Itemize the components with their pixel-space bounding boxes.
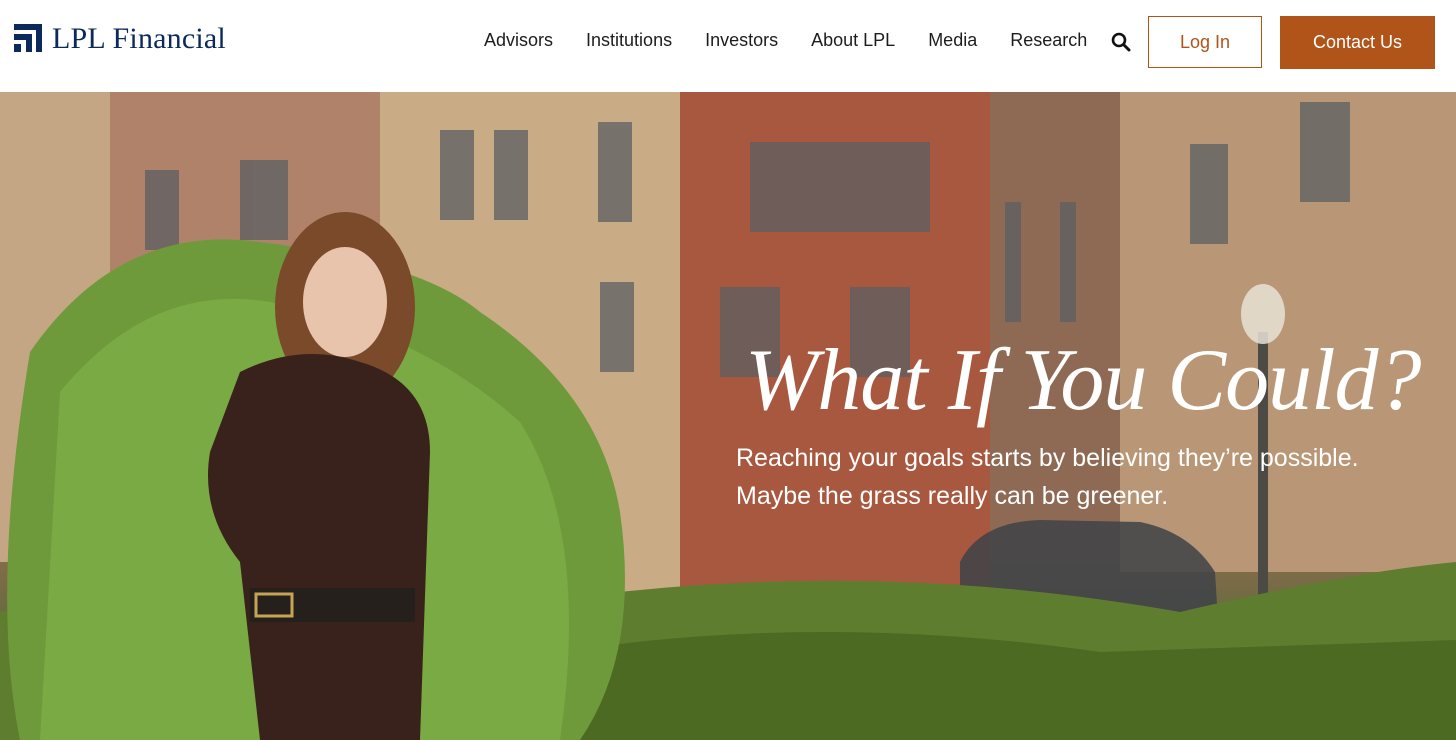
main-nav: Advisors Institutions Investors About LP… <box>484 30 1120 51</box>
brand-name: LPL Financial <box>52 22 226 55</box>
logo[interactable]: LPL Financial <box>14 22 226 56</box>
hero-subtitle-line-1: Reaching your goals starts by believing … <box>736 444 1359 472</box>
nav-media[interactable]: Media <box>928 30 977 51</box>
nav-about-lpl[interactable]: About LPL <box>811 30 895 51</box>
hero-subtitle-line-2: Maybe the grass really can be greener. <box>736 482 1169 510</box>
login-button[interactable]: Log In <box>1148 16 1262 68</box>
site-header: LPL Financial Advisors Institutions Inve… <box>0 0 1456 92</box>
contact-us-button[interactable]: Contact Us <box>1280 16 1435 69</box>
search-icon[interactable] <box>1111 32 1131 52</box>
nav-advisors[interactable]: Advisors <box>484 30 553 51</box>
nav-institutions[interactable]: Institutions <box>586 30 672 51</box>
nav-research[interactable]: Research <box>1010 30 1087 51</box>
hero-banner: What If You Could? Reaching your goals s… <box>0 92 1456 740</box>
lpl-logo-icon <box>14 24 42 52</box>
hero-title: What If You Could? <box>745 332 1422 429</box>
nav-investors[interactable]: Investors <box>705 30 778 51</box>
